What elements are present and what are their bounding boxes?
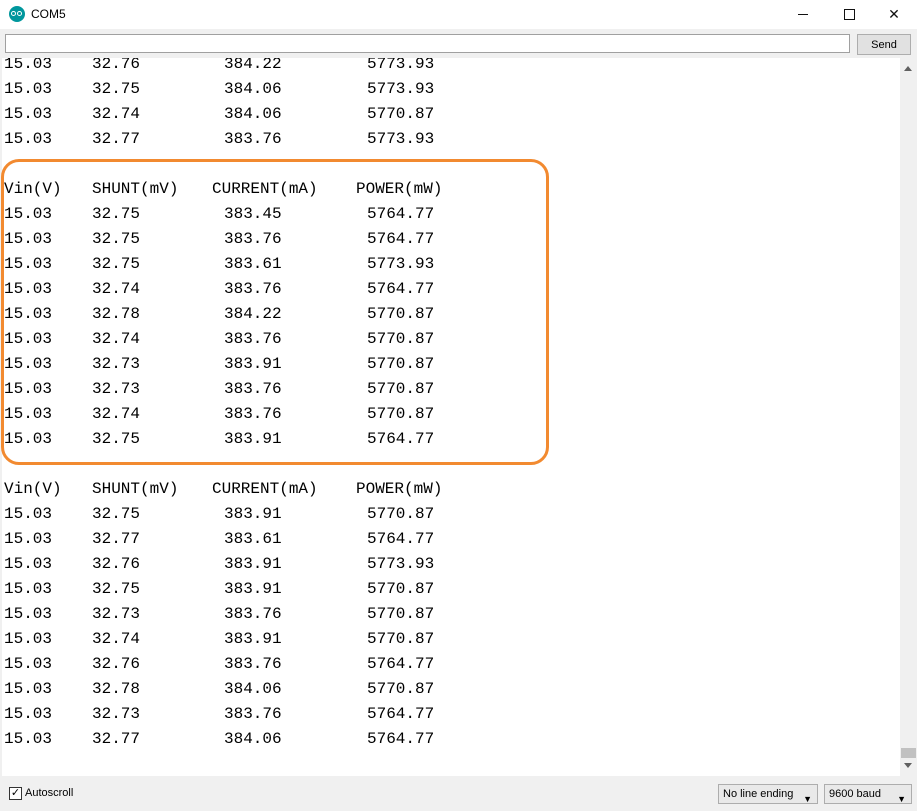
current-cell: 383.76 bbox=[224, 130, 282, 148]
current-cell: 383.76 bbox=[224, 655, 282, 673]
shunt-cell: SHUNT(mV) bbox=[92, 480, 179, 498]
serial-send-input[interactable] bbox=[5, 34, 850, 53]
vin-cell: 15.03 bbox=[4, 555, 53, 573]
power-cell: 5770.87 bbox=[367, 605, 435, 623]
shunt-cell: 32.75 bbox=[92, 580, 141, 598]
current-cell: 384.22 bbox=[224, 58, 282, 73]
current-cell: 383.91 bbox=[224, 630, 282, 648]
maximize-button[interactable] bbox=[826, 0, 872, 29]
send-button[interactable]: Send bbox=[857, 34, 911, 55]
highlight-box bbox=[1, 159, 549, 465]
shunt-cell: 32.75 bbox=[92, 505, 141, 523]
scrollbar-thumb[interactable] bbox=[901, 748, 916, 758]
vin-cell: 15.03 bbox=[4, 530, 53, 548]
baud-rate-value: 9600 baud bbox=[829, 788, 881, 800]
power-cell: 5773.93 bbox=[367, 555, 435, 573]
autoscroll-label: Autoscroll bbox=[25, 787, 74, 799]
vin-cell: 15.03 bbox=[4, 655, 53, 673]
shunt-cell: 32.74 bbox=[92, 630, 141, 648]
power-cell: 5764.77 bbox=[367, 730, 435, 748]
current-cell: 383.91 bbox=[224, 555, 282, 573]
current-cell: 383.76 bbox=[224, 705, 282, 723]
minimize-button[interactable] bbox=[780, 0, 826, 29]
autoscroll-checkbox[interactable]: ✓ bbox=[9, 787, 22, 800]
shunt-cell: 32.76 bbox=[92, 58, 141, 73]
vin-cell: 15.03 bbox=[4, 80, 53, 98]
line-ending-value: No line ending bbox=[723, 788, 794, 800]
power-cell: 5764.77 bbox=[367, 530, 435, 548]
current-cell: 384.06 bbox=[224, 730, 282, 748]
checkmark-icon: ✓ bbox=[10, 787, 21, 799]
scroll-up-icon[interactable] bbox=[904, 66, 912, 71]
shunt-cell: 32.76 bbox=[92, 655, 141, 673]
shunt-cell: 32.73 bbox=[92, 705, 141, 723]
vin-cell: 15.03 bbox=[4, 680, 53, 698]
vin-cell: 15.03 bbox=[4, 505, 53, 523]
vin-cell: 15.03 bbox=[4, 580, 53, 598]
vin-cell: Vin(V) bbox=[4, 480, 62, 498]
baud-rate-select[interactable]: 9600 baud ▼ bbox=[824, 784, 912, 804]
vin-cell: 15.03 bbox=[4, 105, 53, 123]
power-cell: 5770.87 bbox=[367, 580, 435, 598]
title-bar: COM5 ✕ bbox=[0, 0, 917, 29]
power-cell: POWER(mW) bbox=[356, 480, 443, 498]
close-button[interactable]: ✕ bbox=[871, 0, 917, 29]
status-bar: ✓ Autoscroll No line ending ▼ 9600 baud … bbox=[0, 778, 917, 811]
chevron-down-icon: ▼ bbox=[897, 794, 906, 804]
scroll-down-icon[interactable] bbox=[904, 763, 912, 768]
power-cell: 5770.87 bbox=[367, 505, 435, 523]
minimize-icon bbox=[798, 14, 808, 15]
window-title: COM5 bbox=[31, 7, 66, 21]
power-cell: 5764.77 bbox=[367, 655, 435, 673]
power-cell: 5770.87 bbox=[367, 630, 435, 648]
chevron-down-icon: ▼ bbox=[803, 794, 812, 804]
vin-cell: 15.03 bbox=[4, 705, 53, 723]
vin-cell: 15.03 bbox=[4, 605, 53, 623]
shunt-cell: 32.73 bbox=[92, 605, 141, 623]
close-icon: ✕ bbox=[888, 6, 900, 22]
power-cell: 5773.93 bbox=[367, 58, 435, 73]
current-cell: 383.91 bbox=[224, 580, 282, 598]
power-cell: 5770.87 bbox=[367, 680, 435, 698]
current-cell: 383.76 bbox=[224, 605, 282, 623]
vin-cell: 15.03 bbox=[4, 730, 53, 748]
current-cell: 384.06 bbox=[224, 105, 282, 123]
current-cell: CURRENT(mA) bbox=[212, 480, 318, 498]
shunt-cell: 32.74 bbox=[92, 105, 141, 123]
current-cell: 383.61 bbox=[224, 530, 282, 548]
power-cell: 5764.77 bbox=[367, 705, 435, 723]
vin-cell: 15.03 bbox=[4, 630, 53, 648]
shunt-cell: 32.77 bbox=[92, 130, 141, 148]
current-cell: 383.91 bbox=[224, 505, 282, 523]
power-cell: 5770.87 bbox=[367, 105, 435, 123]
current-cell: 384.06 bbox=[224, 680, 282, 698]
shunt-cell: 32.77 bbox=[92, 530, 141, 548]
vin-cell: 15.03 bbox=[4, 130, 53, 148]
shunt-cell: 32.76 bbox=[92, 555, 141, 573]
power-cell: 5773.93 bbox=[367, 80, 435, 98]
line-ending-select[interactable]: No line ending ▼ bbox=[718, 784, 818, 804]
shunt-cell: 32.78 bbox=[92, 680, 141, 698]
shunt-cell: 32.77 bbox=[92, 730, 141, 748]
vertical-scrollbar[interactable] bbox=[900, 58, 917, 776]
maximize-icon bbox=[843, 9, 855, 20]
arduino-icon bbox=[9, 6, 25, 22]
shunt-cell: 32.75 bbox=[92, 80, 141, 98]
current-cell: 384.06 bbox=[224, 80, 282, 98]
vin-cell: 15.03 bbox=[4, 58, 53, 73]
power-cell: 5773.93 bbox=[367, 130, 435, 148]
